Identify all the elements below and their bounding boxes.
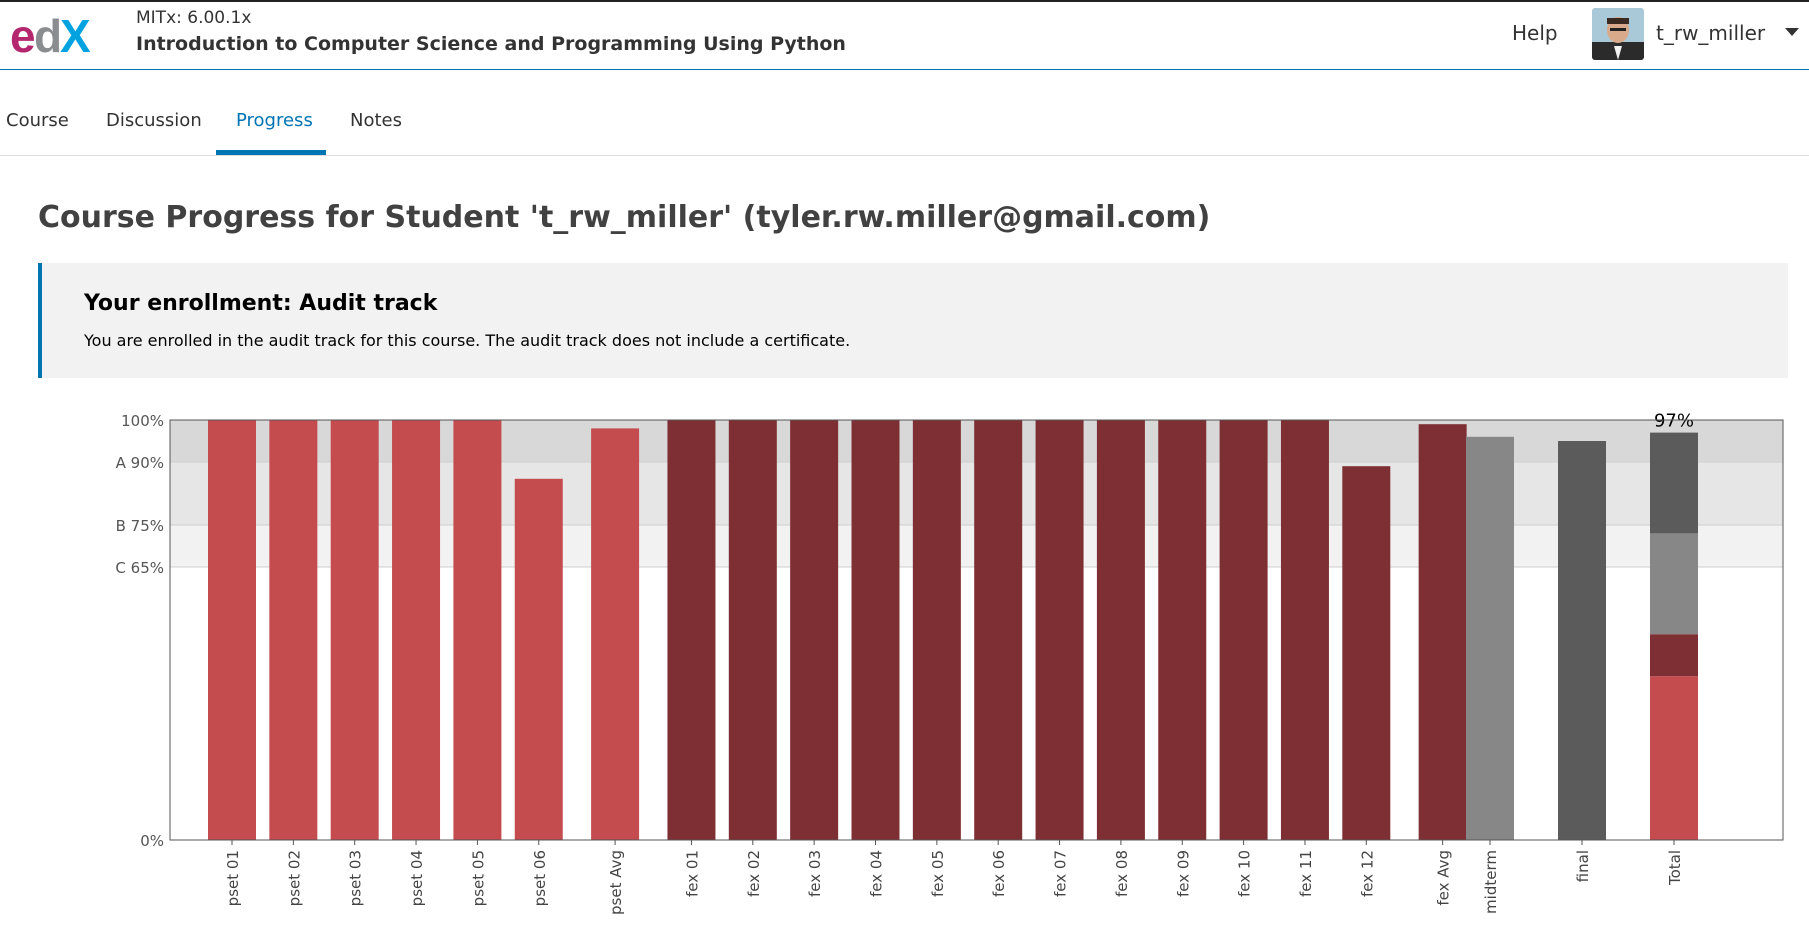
bar-fex-04[interactable] <box>851 420 900 840</box>
tab-course[interactable]: Course <box>6 110 69 131</box>
enrollment-title: Your enrollment: Audit track <box>84 291 438 316</box>
bar-fex-05[interactable] <box>912 420 961 840</box>
bar-pset-03[interactable] <box>330 420 379 840</box>
bar-fex-03[interactable] <box>790 420 839 840</box>
course-title: Introduction to Computer Science and Pro… <box>136 33 846 55</box>
x-tick-label: fex 05 <box>929 850 947 897</box>
bar-fex-10[interactable] <box>1219 420 1268 840</box>
x-tick-label: fex 07 <box>1052 850 1070 897</box>
x-tick-label: fex 12 <box>1358 850 1376 897</box>
x-tick-label: pset 03 <box>347 850 365 906</box>
help-link[interactable]: Help <box>1512 21 1558 45</box>
course-tabs: Course Discussion Progress Notes <box>0 70 1809 156</box>
y-tick-label: 0% <box>140 832 164 850</box>
x-tick-label: fex 09 <box>1174 850 1192 897</box>
svg-text:d: d <box>34 10 62 60</box>
x-tick-label: Total <box>1666 850 1684 886</box>
bar-final[interactable] <box>1558 441 1606 840</box>
svg-text:X: X <box>60 10 91 60</box>
bar-fex-09[interactable] <box>1158 420 1207 840</box>
tab-notes[interactable]: Notes <box>350 110 402 131</box>
x-tick-label: final <box>1574 850 1592 882</box>
bar-fex-08[interactable] <box>1096 420 1145 840</box>
site-header: e d X MITx: 6.00.1x Introduction to Comp… <box>0 2 1809 70</box>
bar-fex-02[interactable] <box>728 420 777 840</box>
bar-pset-05[interactable] <box>453 420 502 840</box>
bar-fex-11[interactable] <box>1280 420 1329 840</box>
bar-fex-06[interactable] <box>974 420 1023 840</box>
x-tick-label: pset 01 <box>224 850 242 906</box>
x-tick-label: pset 05 <box>469 850 487 906</box>
tab-progress[interactable]: Progress <box>236 110 313 131</box>
x-tick-label: fex 10 <box>1236 850 1254 897</box>
bar-pset-01[interactable] <box>208 420 256 840</box>
page-title: Course Progress for Student 't_rw_miller… <box>38 200 1211 235</box>
grade-chart: 100% A 90% B 75% C 65% 0% pset 01 pset 02 pset … <box>115 411 1784 915</box>
bar-pset-04[interactable] <box>392 420 441 840</box>
enrollment-banner: Your enrollment: Audit track You are enr… <box>38 263 1788 378</box>
bar-pset-02[interactable] <box>269 420 318 840</box>
bar-midterm[interactable] <box>1466 436 1514 840</box>
bar-fex-12[interactable] <box>1342 466 1391 840</box>
x-tick-label: fex 06 <box>990 850 1008 897</box>
total-value-label: 97% <box>1654 411 1694 432</box>
caret-down-icon[interactable] <box>1785 28 1799 36</box>
x-tick-label: fex 11 <box>1297 850 1315 897</box>
total-segment-midterm[interactable] <box>1650 533 1698 635</box>
bar-pset-06[interactable] <box>514 478 563 840</box>
x-tick-label: pset 04 <box>408 850 426 906</box>
bar-fex-07[interactable] <box>1035 420 1084 840</box>
edx-logo-icon[interactable]: e d X <box>10 8 114 60</box>
enrollment-description: You are enrolled in the audit track for … <box>84 331 851 350</box>
bar-fex-01[interactable] <box>667 420 716 840</box>
y-tick-label: B 75% <box>116 517 164 535</box>
x-tick-label: pset 02 <box>285 850 303 906</box>
total-segment-final[interactable] <box>1650 432 1698 534</box>
y-tick-label: A 90% <box>116 454 164 472</box>
total-segment-fex[interactable] <box>1650 634 1698 677</box>
y-tick-label: C 65% <box>115 559 164 577</box>
user-avatar-icon[interactable] <box>1592 8 1644 60</box>
x-tick-label: fex 03 <box>806 850 824 897</box>
x-tick-label: fex Avg <box>1435 850 1453 906</box>
x-tick-label: fex 08 <box>1113 850 1131 897</box>
x-tick-label: pset 06 <box>531 850 549 906</box>
x-tick-label: midterm <box>1482 850 1500 914</box>
x-tick-label: fex 02 <box>745 850 763 897</box>
x-tick-label: pset Avg <box>607 850 625 915</box>
bar-pset-Avg[interactable] <box>591 428 640 840</box>
active-tab-indicator <box>216 150 326 155</box>
y-tick-label: 100% <box>121 412 164 430</box>
bar-fex-Avg[interactable] <box>1418 424 1467 840</box>
tab-discussion[interactable]: Discussion <box>106 110 202 131</box>
username[interactable]: t_rw_miller <box>1656 21 1765 45</box>
x-tick-label: fex 04 <box>868 850 886 897</box>
x-tick-label: fex 01 <box>683 850 701 897</box>
course-org: MITx: 6.00.1x <box>136 8 252 28</box>
svg-text:e: e <box>10 10 36 60</box>
total-segment-pset[interactable] <box>1650 676 1698 840</box>
